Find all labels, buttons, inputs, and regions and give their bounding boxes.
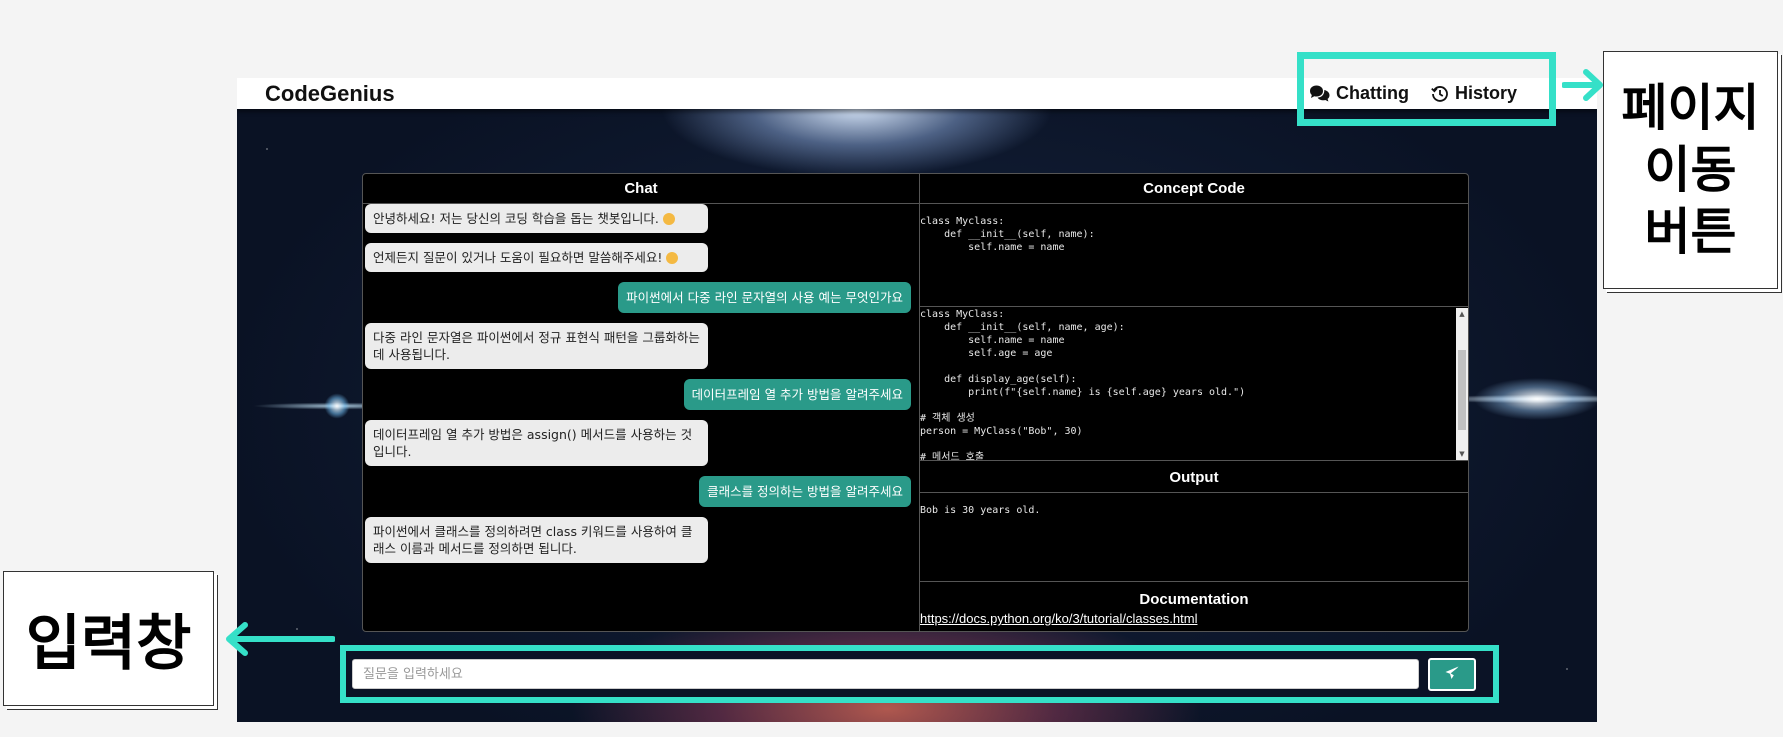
- nav-chatting-label: Chatting: [1336, 83, 1409, 103]
- scroll-up-icon[interactable]: ▲: [1456, 308, 1468, 320]
- user-message: 클래스를 정의하는 방법을 알려주세요: [699, 476, 911, 507]
- bot-message: 다중 라인 문자열은 파이썬에서 정규 표현식 패턴을 그룹화하는 데 사용됩니…: [365, 323, 708, 369]
- documentation-link[interactable]: https://docs.python.org/ko/3/tutorial/cl…: [920, 611, 1197, 626]
- nav-history[interactable]: History: [1431, 83, 1517, 104]
- output-header: Output: [920, 462, 1468, 493]
- user-message: 파이썬에서 다중 라인 문자열의 사용 예는 무엇인가요: [618, 282, 911, 313]
- app-window: CodeGenius Chatting History Chat 안녕하세요! …: [237, 78, 1597, 722]
- arrow-right-icon: [1562, 69, 1603, 101]
- bot-message: 파이썬에서 클래스를 정의하려면 class 키워드를 사용하여 클래스 이름과…: [365, 517, 708, 563]
- user-message: 데이터프레임 열 추가 방법을 알려주세요: [683, 379, 911, 410]
- concept-code-text: class MyClass: def __init__(self, name, …: [920, 309, 1246, 461]
- bot-message: 언제든지 질문이 있거나 도움이 필요하면 말씀해주세요!: [365, 243, 708, 272]
- concept-code-header: Concept Code: [920, 174, 1468, 204]
- concept-snippet: class Myclass: def __init__(self, name):…: [920, 204, 1468, 307]
- main-panel: Chat 안녕하세요! 저는 당신의 코딩 학습을 돕는 챗봇입니다. 언제든지…: [362, 173, 1469, 632]
- page-navigation-note-text: 페이지 이동 버튼: [1621, 79, 1760, 261]
- input-field-note-text: 입력창: [25, 609, 192, 679]
- input-bar: [340, 645, 1499, 703]
- concept-code-box[interactable]: class MyClass: def __init__(self, name, …: [920, 308, 1468, 461]
- paper-plane-icon: [1445, 665, 1459, 684]
- nav-history-label: History: [1454, 83, 1517, 103]
- concept-snippet-code: class Myclass: def __init__(self, name):…: [920, 216, 1095, 253]
- chat-column: Chat 안녕하세요! 저는 당신의 코딩 학습을 돕는 챗봇입니다. 언제든지…: [363, 174, 920, 631]
- scroll-down-icon[interactable]: ▼: [1456, 448, 1468, 460]
- concept-column: Concept Code class Myclass: def __init__…: [920, 174, 1468, 631]
- scrollbar-thumb[interactable]: [1458, 350, 1466, 430]
- output-panel: Bob is 30 years old.: [920, 494, 1468, 582]
- output-text: Bob is 30 years old.: [920, 505, 1041, 516]
- message-text: 안녕하세요! 저는 당신의 코딩 학습을 돕는 챗봇입니다.: [373, 211, 659, 226]
- history-icon: [1431, 85, 1449, 103]
- arrow-left-icon: [226, 622, 335, 656]
- message-list[interactable]: 안녕하세요! 저는 당신의 코딩 학습을 돕는 챗봇입니다. 언제든지 질문이 …: [363, 204, 919, 573]
- page-navigation-note: 페이지 이동 버튼: [1603, 51, 1778, 289]
- nav-menu: Chatting History: [1309, 78, 1517, 109]
- bot-message: 데이터프레임 열 추가 방법은 assign() 메서드를 사용하는 것입니다.: [365, 420, 708, 466]
- code-scrollbar[interactable]: ▲ ▼: [1456, 308, 1468, 460]
- comments-icon: [1309, 85, 1330, 102]
- bot-message: 안녕하세요! 저는 당신의 코딩 학습을 돕는 챗봇입니다.: [365, 204, 708, 233]
- send-button[interactable]: [1428, 658, 1476, 691]
- question-input[interactable]: [352, 659, 1419, 689]
- space-background: Chat 안녕하세요! 저는 당신의 코딩 학습을 돕는 챗봇입니다. 언제든지…: [237, 109, 1597, 722]
- chat-header: Chat: [363, 174, 919, 204]
- message-text: 언제든지 질문이 있거나 도움이 필요하면 말씀해주세요!: [373, 250, 663, 265]
- nav-chatting[interactable]: Chatting: [1309, 83, 1409, 104]
- brand-logo[interactable]: CodeGenius: [265, 81, 395, 107]
- top-navbar: CodeGenius Chatting History: [237, 78, 1597, 109]
- screenshot-root: CodeGenius Chatting History Chat 안녕하세요! …: [0, 0, 1783, 737]
- hug-emoji-icon: [666, 252, 679, 264]
- smile-emoji-icon: [662, 213, 675, 225]
- input-field-note: 입력창: [3, 571, 214, 706]
